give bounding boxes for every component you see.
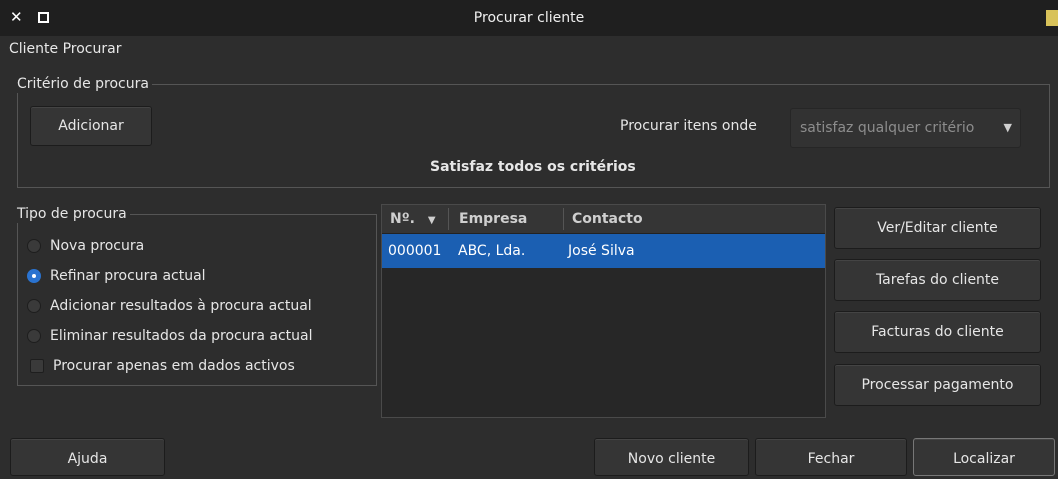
cell-number: 000001	[388, 243, 442, 259]
column-separator	[563, 208, 564, 230]
cell-contact: José Silva	[568, 243, 635, 259]
view-edit-customer-button[interactable]: Ver/Editar cliente	[834, 207, 1041, 249]
process-payment-button[interactable]: Processar pagamento	[834, 364, 1041, 406]
radio-add-results[interactable]	[27, 299, 41, 313]
match-select-value: satisfaz qualquer critério	[800, 120, 975, 136]
column-header-company[interactable]: Empresa	[459, 205, 527, 233]
radio-new-search[interactable]	[27, 239, 41, 253]
active-only-checkbox[interactable]	[30, 359, 44, 373]
app-icon	[1046, 10, 1058, 26]
criteria-summary: Satisfaz todos os critérios	[430, 159, 636, 175]
help-button[interactable]: Ajuda	[10, 438, 165, 476]
table-header: Nº. ▼ Empresa Contacto	[382, 205, 825, 234]
cell-company: ABC, Lda.	[458, 243, 526, 259]
search-type-legend: Tipo de procura	[17, 205, 130, 223]
radio-refine-search-label: Refinar procura actual	[50, 268, 206, 284]
find-button[interactable]: Localizar	[913, 438, 1055, 476]
results-table[interactable]: Nº. ▼ Empresa Contacto 000001 ABC, Lda. …	[381, 204, 826, 418]
active-only-label: Procurar apenas em dados activos	[53, 358, 295, 374]
customer-tasks-button[interactable]: Tarefas do cliente	[834, 259, 1041, 301]
table-row[interactable]: 000001 ABC, Lda. José Silva	[382, 234, 825, 268]
radio-refine-search[interactable]	[27, 269, 41, 283]
close-button[interactable]: Fechar	[755, 438, 907, 476]
dialog-heading: Cliente Procurar	[9, 41, 122, 57]
add-criterion-button[interactable]: Adicionar	[30, 106, 152, 146]
chevron-down-icon: ▼	[1003, 121, 1012, 134]
window-title: Procurar cliente	[473, 10, 585, 26]
match-select[interactable]: satisfaz qualquer critério ▼	[790, 108, 1021, 148]
sort-down-icon: ▼	[427, 215, 436, 226]
radio-add-results-label: Adicionar resultados à procura actual	[50, 298, 312, 314]
radio-new-search-label: Nova procura	[50, 238, 145, 254]
column-number-label: Nº.	[390, 211, 415, 227]
radio-remove-results-label: Eliminar resultados da procura actual	[50, 328, 313, 344]
customer-invoices-button[interactable]: Facturas do cliente	[834, 311, 1041, 353]
radio-remove-results[interactable]	[27, 329, 41, 343]
match-label: Procurar itens onde	[620, 118, 757, 134]
column-separator	[448, 208, 449, 230]
column-header-number[interactable]: Nº. ▼	[390, 205, 454, 233]
column-header-contact[interactable]: Contacto	[572, 205, 643, 233]
new-customer-button[interactable]: Novo cliente	[594, 438, 749, 476]
criteria-legend: Critério de procura	[17, 75, 152, 93]
